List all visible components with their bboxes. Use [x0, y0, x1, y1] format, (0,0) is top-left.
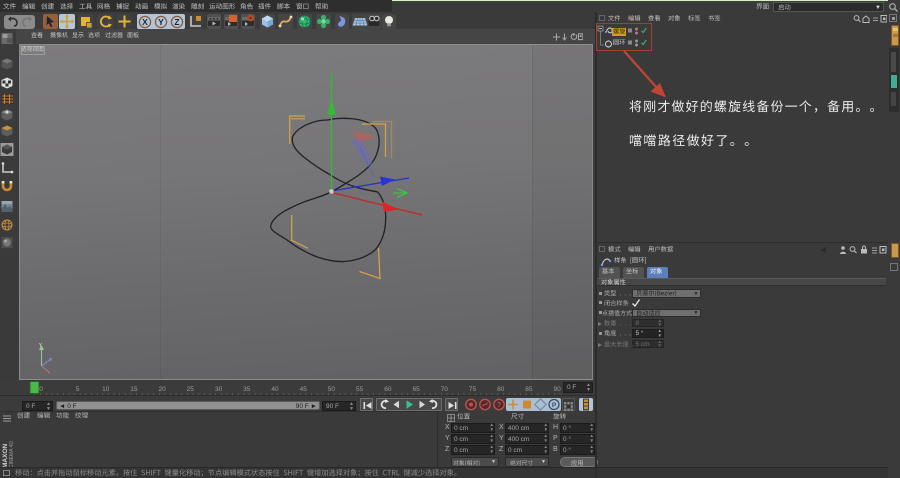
- svg-text:MAXON: MAXON: [2, 444, 9, 469]
- svg-text:35: 35: [243, 386, 251, 393]
- svg-text:CINEMA 4D: CINEMA 4D: [9, 441, 14, 468]
- svg-text:Y: Y: [38, 343, 42, 349]
- svg-text:85: 85: [525, 386, 533, 393]
- svg-text:?: ?: [497, 402, 501, 409]
- svg-text:70: 70: [441, 386, 449, 393]
- svg-text:25: 25: [187, 386, 195, 393]
- svg-text:75: 75: [469, 386, 477, 393]
- svg-text:0: 0: [39, 386, 43, 393]
- svg-text:60: 60: [384, 386, 392, 393]
- svg-text:40: 40: [271, 386, 279, 393]
- svg-text:15: 15: [130, 386, 138, 393]
- svg-text:Y: Y: [158, 17, 164, 27]
- svg-text:50: 50: [328, 386, 336, 393]
- svg-text:Z: Z: [174, 17, 179, 27]
- svg-text:5: 5: [76, 386, 80, 393]
- svg-text:65: 65: [412, 386, 420, 393]
- svg-text:10: 10: [102, 386, 110, 393]
- svg-text:90: 90: [553, 386, 561, 393]
- svg-text:X: X: [142, 17, 148, 27]
- svg-text:30: 30: [215, 386, 223, 393]
- svg-text:80: 80: [497, 386, 505, 393]
- svg-text:55: 55: [356, 386, 364, 393]
- svg-text:45: 45: [300, 386, 308, 393]
- svg-text:P: P: [552, 402, 557, 409]
- svg-text:20: 20: [158, 386, 166, 393]
